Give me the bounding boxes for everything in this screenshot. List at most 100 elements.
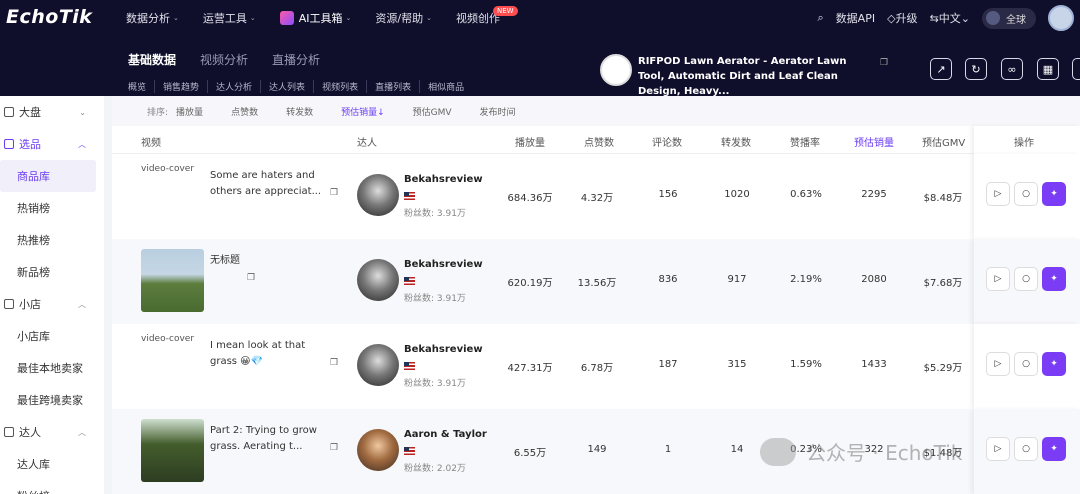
sidebar-group-market[interactable]: 大盘 ⌄ [0, 96, 104, 128]
tab-basic-data[interactable]: 基础数据 [128, 51, 176, 68]
chevron-down-icon: ⌄ [960, 11, 970, 25]
sidebar-item-hot-sales[interactable]: 热销榜 [0, 192, 104, 224]
upgrade-link[interactable]: ◇ 升级 [887, 10, 917, 26]
sort-publish-time[interactable]: 发布时间 [480, 105, 516, 118]
subtab-overview[interactable]: 概览 [128, 80, 154, 93]
sort-likes[interactable]: 点赞数 [231, 105, 258, 118]
sidebar-item-creator-library[interactable]: 达人库 [0, 448, 104, 480]
table-row[interactable]: video-cover Some are haters and others a… [112, 154, 1080, 239]
copy-icon[interactable]: ❐ [247, 273, 255, 283]
ai-sparkle-icon[interactable]: ✦ [1042, 437, 1066, 461]
search-small-icon[interactable]: ○ [1014, 267, 1038, 291]
nav-ops-tools[interactable]: 运营工具 ⌄ [203, 10, 256, 26]
copy-icon[interactable]: ❐ [330, 358, 338, 368]
products-icon [4, 139, 14, 149]
creator-name[interactable]: Aaron & Taylor [404, 429, 487, 440]
link-icon[interactable]: ∞ [1001, 58, 1023, 80]
grid-icon[interactable]: ▦ [1037, 58, 1059, 80]
subtab-sales-trend[interactable]: 销售趋势 [154, 80, 207, 93]
video-cover[interactable]: video-cover [141, 334, 207, 348]
col-comments[interactable]: 评论数 [652, 134, 682, 149]
nav-ai-toolbox[interactable]: AI工具箱 ⌄ [279, 10, 351, 26]
video-cover[interactable]: video-cover [141, 164, 207, 178]
sidebar: 大盘 ⌄ 选品 ︿ 商品库 热销榜 热推榜 新品榜 小店 ︿ 小店库 最佳本地卖家 最… [0, 96, 104, 494]
creator-avatar[interactable] [357, 174, 399, 216]
video-title[interactable]: I mean look at that grass 😀💎 [210, 338, 330, 370]
nav-data-analysis[interactable]: 数据分析 ⌄ [126, 10, 179, 26]
sort-shares[interactable]: 转发数 [286, 105, 313, 118]
sort-est-sales[interactable]: 预估销量↓ [341, 105, 385, 118]
copy-icon[interactable]: ❐ [330, 443, 338, 453]
sidebar-item-fans-ranking[interactable]: 粉丝榜 [0, 480, 104, 494]
logo[interactable]: EchoTik [6, 6, 92, 28]
product-title[interactable]: RIFPOD Lawn Aerator - Aerator Lawn Tool,… [638, 54, 870, 99]
sidebar-group-label: 达人 [19, 426, 41, 439]
col-shares[interactable]: 转发数 [721, 134, 751, 149]
sidebar-group-label: 小店 [19, 298, 41, 311]
refresh-icon[interactable]: ↻ [965, 58, 987, 80]
video-cover[interactable] [141, 249, 204, 312]
search-icon[interactable]: ⌕ [818, 11, 824, 25]
data-api-link[interactable]: 数据API [836, 10, 875, 26]
nav-resources[interactable]: 资源/帮助 ⌄ [375, 10, 432, 26]
creator-avatar[interactable] [357, 429, 399, 471]
copy-icon[interactable]: ❐ [880, 58, 888, 68]
video-title[interactable]: Part 2: Trying to grow grass. Aerating t… [210, 423, 330, 455]
col-like-rate[interactable]: 赞播率 [790, 134, 820, 149]
creator-name[interactable]: Bekahsreview [404, 174, 483, 185]
sort-plays[interactable]: 播放量 [176, 105, 203, 118]
col-est-sales[interactable]: 预估销量 [854, 134, 894, 149]
sidebar-group-shops[interactable]: 小店 ︿ [0, 288, 104, 320]
sidebar-group-creators[interactable]: 达人 ︿ [0, 416, 104, 448]
sidebar-item-crossborder-sellers[interactable]: 最佳跨境卖家 [0, 384, 104, 416]
subtab-similar-products[interactable]: 相似商品 [419, 80, 472, 93]
ai-sparkle-icon[interactable]: ✦ [1042, 182, 1066, 206]
sidebar-item-local-sellers[interactable]: 最佳本地卖家 [0, 352, 104, 384]
user-avatar[interactable] [1048, 5, 1074, 31]
col-plays[interactable]: 播放量 [515, 134, 545, 149]
tab-live-analysis[interactable]: 直播分析 [272, 51, 320, 68]
sidebar-item-product-library[interactable]: 商品库 [0, 160, 96, 192]
cell-plays: 620.19万 [507, 278, 553, 289]
copy-icon[interactable]: ❐ [330, 188, 338, 198]
nav-label: AI工具箱 [298, 12, 343, 25]
sidebar-item-new-products[interactable]: 新品榜 [0, 256, 104, 288]
creator-name[interactable]: Bekahsreview [404, 344, 483, 355]
play-icon[interactable]: ▷ [986, 267, 1010, 291]
play-icon[interactable]: ▷ [986, 352, 1010, 376]
video-cover[interactable] [141, 419, 204, 482]
sidebar-group-label: 大盘 [19, 106, 41, 119]
table-row[interactable]: video-cover I mean look at that grass 😀💎… [112, 324, 1080, 409]
col-likes[interactable]: 点赞数 [584, 134, 614, 149]
search-small-icon[interactable]: ○ [1014, 182, 1038, 206]
col-est-gmv[interactable]: 预估GMV [922, 134, 965, 149]
cart-icon[interactable] [1072, 58, 1080, 80]
search-small-icon[interactable]: ○ [1014, 437, 1038, 461]
sidebar-item-shop-library[interactable]: 小店库 [0, 320, 104, 352]
ai-sparkle-icon[interactable]: ✦ [1042, 267, 1066, 291]
video-title[interactable]: 无标题 [210, 253, 330, 269]
tab-video-analysis[interactable]: 视频分析 [200, 51, 248, 68]
creator-avatar[interactable] [357, 259, 399, 301]
region-toggle[interactable]: 全球 [982, 7, 1036, 29]
cell-comments: 187 [658, 359, 678, 370]
sort-est-gmv[interactable]: 预估GMV [413, 105, 452, 118]
subtab-video-list[interactable]: 视频列表 [313, 80, 366, 93]
chevron-up-icon: ︿ [78, 299, 86, 309]
subtab-creator-list[interactable]: 达人列表 [260, 80, 313, 93]
subtab-creator-analysis[interactable]: 达人分析 [207, 80, 260, 93]
table-row[interactable]: 无标题 ❐ Bekahsreview 粉丝数: 3.91万 620.19万 13… [112, 239, 1080, 324]
subtab-live-list[interactable]: 直播列表 [366, 80, 419, 93]
language-select[interactable]: ⇆ 中文 ⌄ [930, 10, 970, 26]
ai-sparkle-icon[interactable]: ✦ [1042, 352, 1066, 376]
video-title[interactable]: Some are haters and others are appreciat… [210, 168, 330, 200]
creator-avatar[interactable] [357, 344, 399, 386]
sidebar-item-hot-promo[interactable]: 热推榜 [0, 224, 104, 256]
play-icon[interactable]: ▷ [986, 182, 1010, 206]
search-small-icon[interactable]: ○ [1014, 352, 1038, 376]
creator-name[interactable]: Bekahsreview [404, 259, 483, 270]
share-icon[interactable]: ↗ [930, 58, 952, 80]
video-list-panel: 排序: 播放量 点赞数 转发数 预估销量↓ 预估GMV 发布时间 视频 达人 播… [112, 96, 1080, 494]
play-icon[interactable]: ▷ [986, 437, 1010, 461]
sidebar-group-products[interactable]: 选品 ︿ [0, 128, 104, 160]
